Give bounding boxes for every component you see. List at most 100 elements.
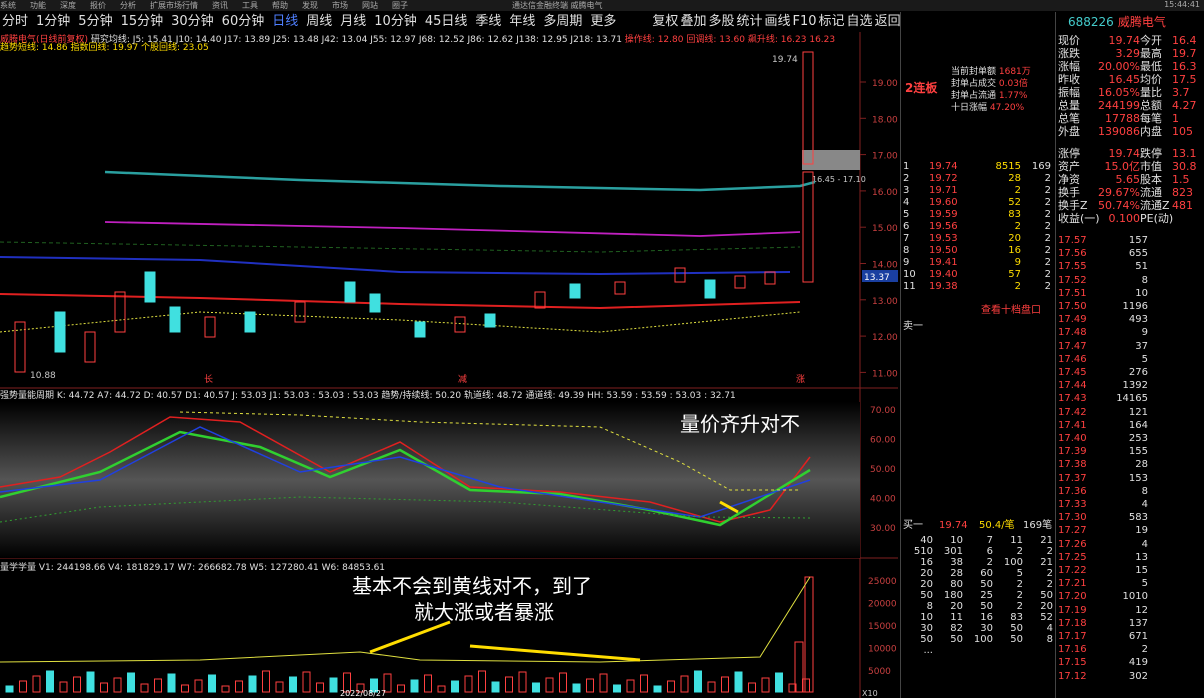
quote-label: 总额 [1140,99,1162,112]
ten-level-button[interactable]: 查看十档盘口 [981,304,1041,317]
panel2-title: 强势量能周期 K: 44.72 A7: 44.72 D: 40.57 D1: 4… [0,391,736,401]
period-tab[interactable]: 年线 [509,11,535,32]
ladder-volume: 302 [1128,670,1148,682]
quote-label: 总笔 [1058,112,1080,125]
bid-row: 11 19.38 2 2 [903,280,1055,293]
quote-value: 4.27 [1172,99,1197,112]
quote-value: 50.74% [1098,199,1140,212]
price-tick: 16.00 [872,188,898,198]
panel2-legend: 强势量能周期 K: 44.72 A7: 44.72 D: 40.57 D1: 4… [0,388,860,402]
toolbar-button[interactable]: 复权 [652,11,678,32]
ladder-volume: 671 [1128,631,1148,642]
menu-item[interactable]: 报价 [90,0,106,11]
period-tab[interactable]: 45日线 [425,11,468,32]
menu-item[interactable]: 帮助 [272,0,288,11]
ladder-price: 17.22 [1058,565,1087,576]
quote-value: 19.74 [1108,34,1141,47]
volume-bar [397,684,405,693]
quote-value: 16.4 [1172,34,1197,47]
quote-row: 现价 19.74今开 16.4 [1058,34,1204,47]
menu-item[interactable]: 扩展市场行情 [150,0,198,11]
menu-item[interactable]: 分析 [120,0,136,11]
volume-bar [572,683,581,693]
quote-value: 19.74 [1108,147,1141,160]
period-tab[interactable]: 5分钟 [78,11,112,32]
menu-item[interactable]: 深度 [60,0,76,11]
quote-label: 市值 [1140,160,1162,173]
period-tab[interactable]: 分时 [2,11,28,32]
annotation-2a: 基本不会到黄线对不，到了 [352,574,592,598]
volume-bar [100,682,108,693]
toolbar-button[interactable]: 多股 [708,11,734,32]
price-tick: 14.00 [872,261,898,271]
candle [244,311,256,333]
quote-row: 资产 15.0亿市值 30.8 [1058,160,1204,173]
menu-item[interactable]: 工具 [242,0,258,11]
volume-bar [694,670,702,693]
quote-value: 16.05% [1098,86,1140,99]
volume-bar [194,679,203,693]
price-tick: 17.00 [872,152,898,162]
count: 2 [1044,281,1051,292]
period-tab[interactable]: 周线 [306,11,332,32]
menu-item[interactable]: 资讯 [212,0,228,11]
streak-badge: 2连板 [905,81,938,95]
candle [614,281,626,295]
toolbar-button[interactable]: 返回 [875,11,900,32]
volume-bar [140,683,149,693]
period-tab[interactable]: 10分钟 [374,11,417,32]
period-tab[interactable]: 月线 [340,11,366,32]
ladder-volume: 493 [1128,314,1148,326]
period-tab[interactable]: 1分钟 [36,11,70,32]
quote-row: 涨停 19.74跌停 13.1 [1058,147,1204,160]
toolbar-button[interactable]: 画线 [764,11,790,32]
toolbar-button[interactable]: 标记 [819,11,845,32]
ladder-row: 17.46 5 [1058,353,1204,366]
annotation-2b: 就大涨或者暴涨 [414,600,554,624]
quote-value: 105 [1172,125,1193,138]
toolbar-button[interactable]: 统计 [736,11,762,32]
ladder-price: 17.38 [1058,459,1087,471]
toolbar-button[interactable]: 叠加 [680,11,706,32]
volume-bar [626,679,635,693]
quote-label: 流通Z [1140,199,1170,212]
period-tab[interactable]: 30分钟 [171,11,214,32]
ladder-row: 17.33 4 [1058,498,1204,511]
period-tab[interactable]: 日线 [272,11,298,32]
toolbar-button[interactable]: F10 [793,11,817,32]
candle [294,301,306,323]
volume-bar [451,680,459,693]
period-tab[interactable]: 多周期 [543,11,582,32]
toolbar-button[interactable]: 自选 [847,11,873,32]
volume-bar [802,678,810,693]
quote-label: 涨幅 [1058,60,1080,73]
menu-item[interactable]: 市场 [332,0,348,11]
quote-label: 净资 [1058,173,1080,186]
menu-item[interactable]: 功能 [30,0,46,11]
period-tab[interactable]: 季线 [475,11,501,32]
menu-item[interactable]: 系统 [0,0,16,11]
quote-row: 换手 29.67%流通 823 [1058,186,1204,199]
ladder-volume: 19 [1135,525,1148,537]
ladder-price: 17.21 [1058,578,1087,590]
period-tab[interactable]: 15分钟 [121,11,164,32]
volume-bar [316,682,324,693]
quote-value: 19.7 [1172,47,1197,60]
quote-label: 收益(一) [1058,212,1100,225]
panel3-tick: 25000 [868,577,897,587]
period-tab[interactable]: 更多 [590,11,616,32]
period-tab[interactable]: 60分钟 [222,11,265,32]
volume-bar [559,672,567,693]
x-marker: 涨 [796,374,805,385]
quote-label: 换手 [1058,186,1080,199]
menu-item[interactable]: 网站 [362,0,378,11]
ladder-price: 17.56 [1058,248,1087,260]
menu-item[interactable]: 圈子 [392,0,408,11]
ladder-price: 17.26 [1058,538,1087,550]
menu-item[interactable]: 发现 [302,0,318,11]
ladder-volume: 51 [1135,261,1148,273]
ladder-price: 17.42 [1058,406,1087,418]
volume-bar [181,684,189,693]
ladder-volume: 419 [1128,657,1148,669]
quote-value: 30.8 [1172,160,1197,173]
